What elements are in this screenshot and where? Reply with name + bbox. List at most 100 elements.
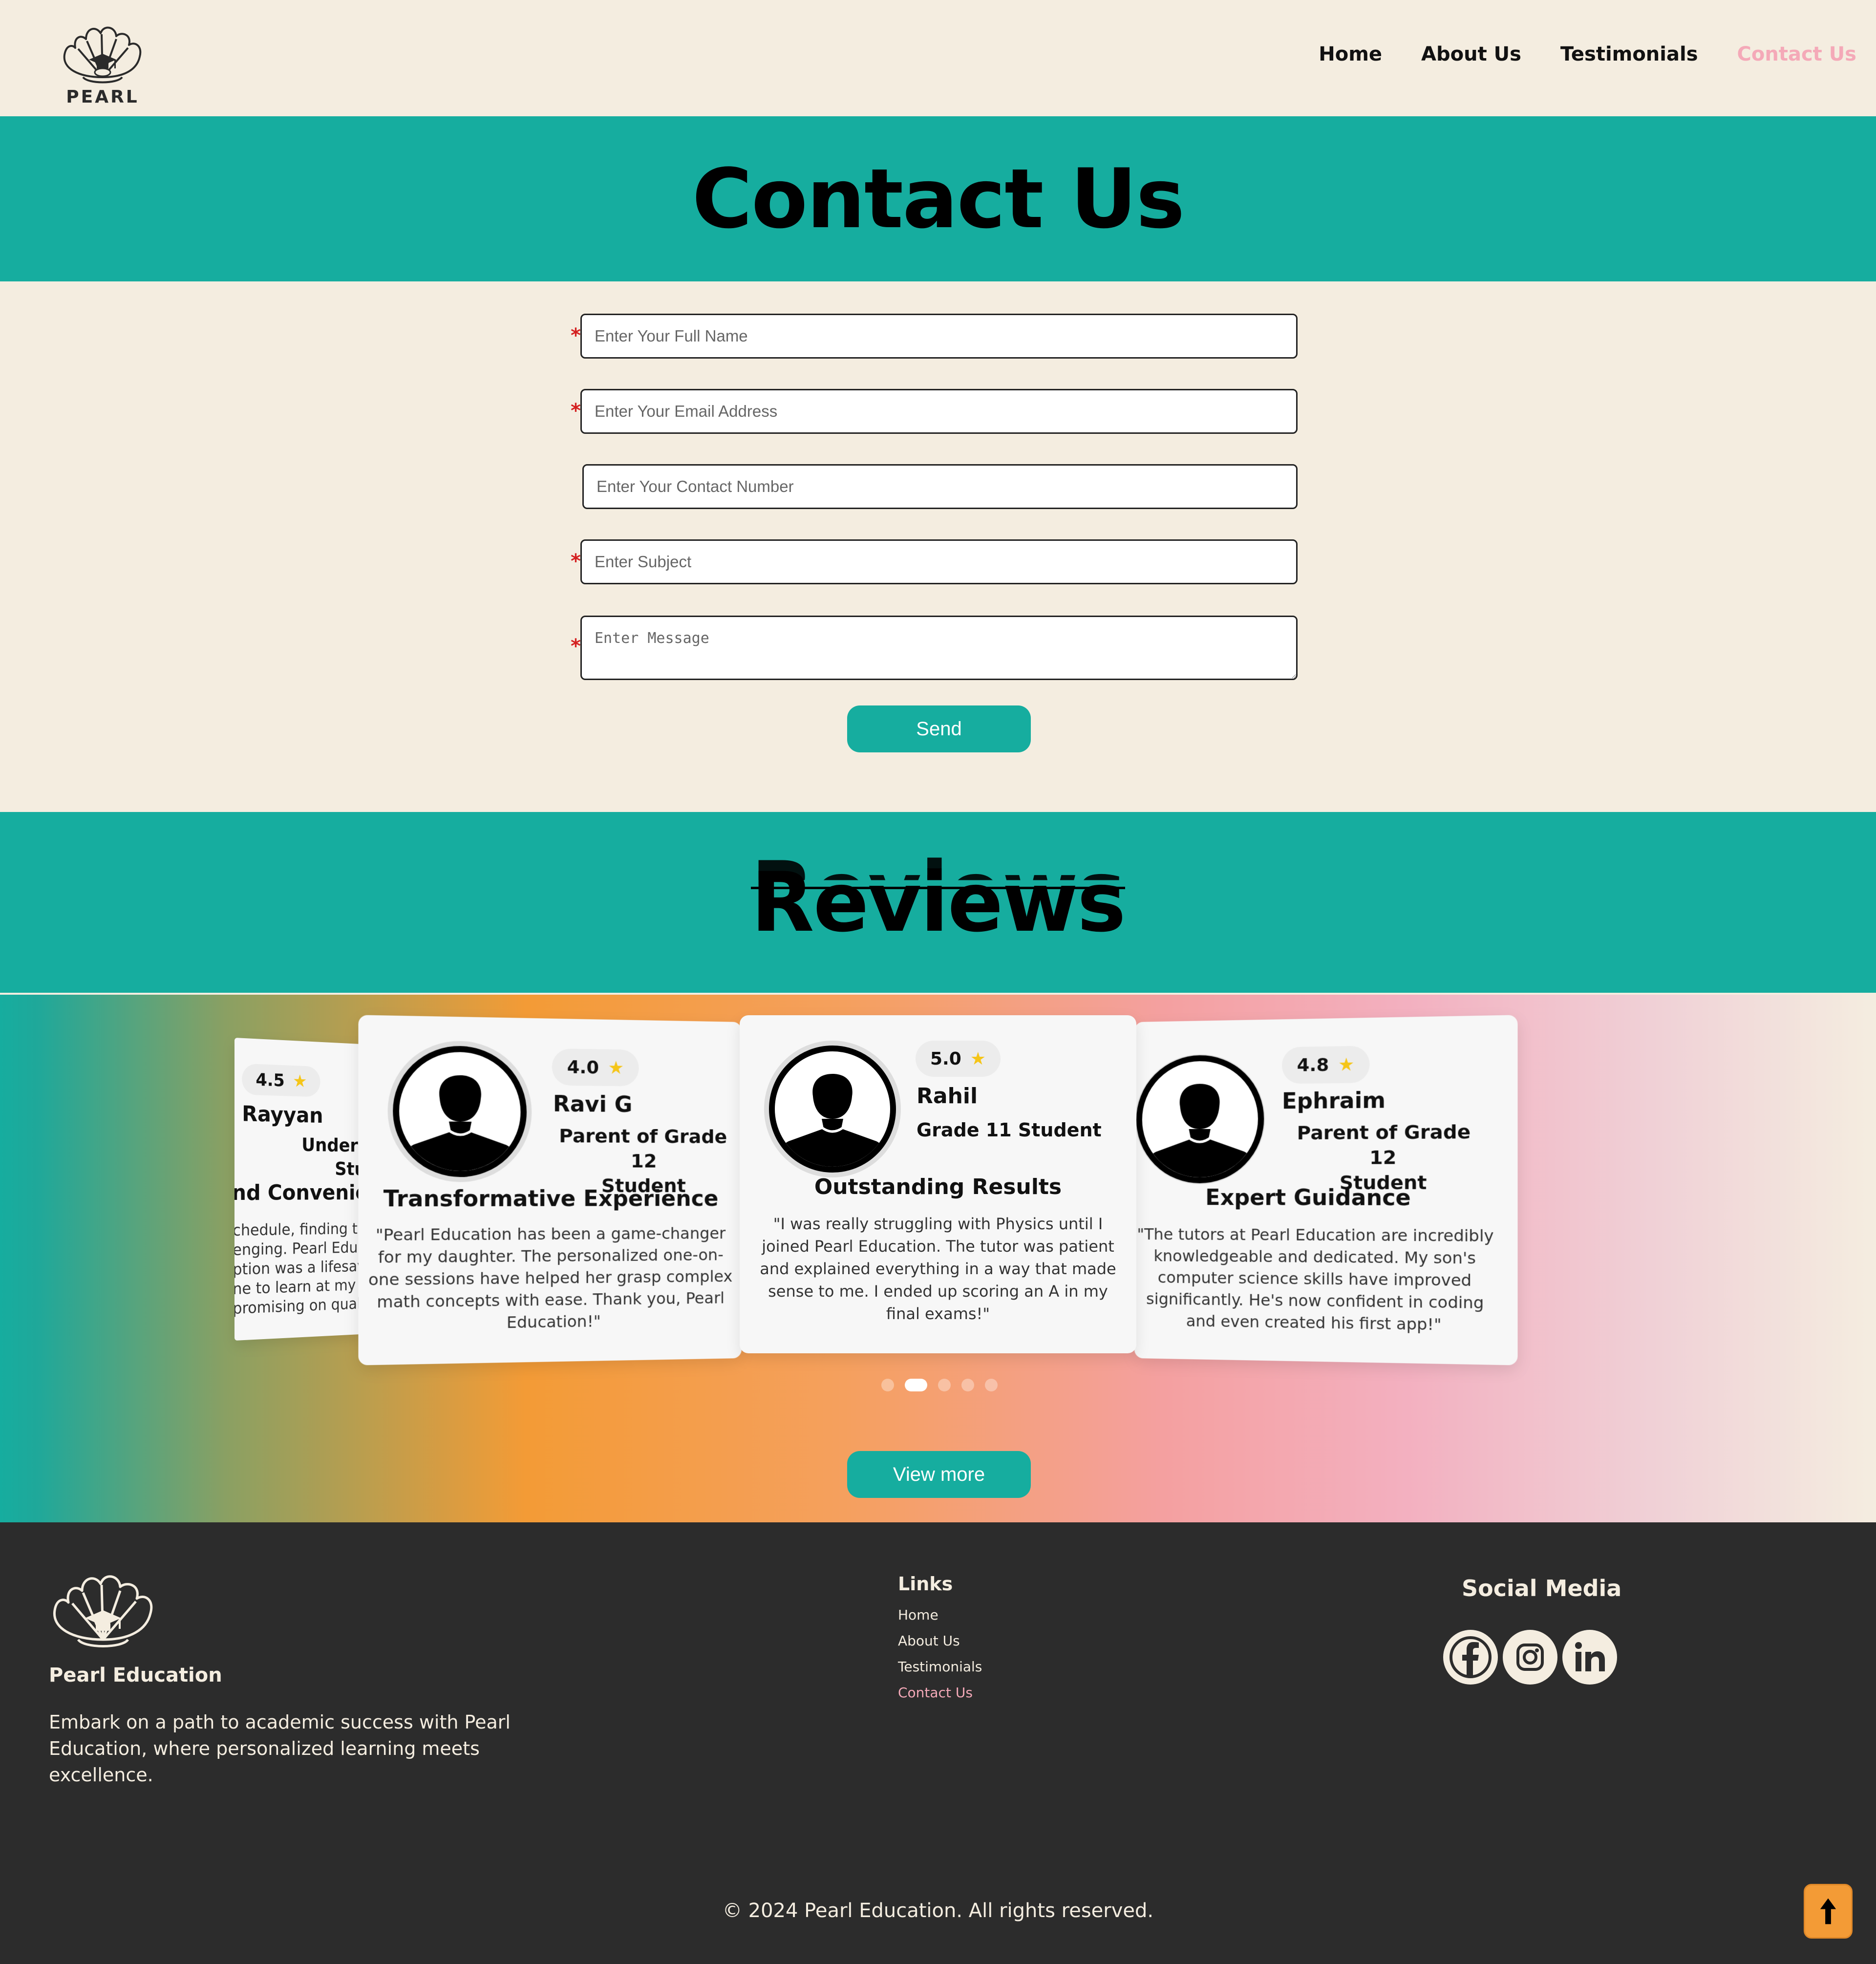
rating-value: 5.0 [930,1049,961,1069]
facebook-icon [1449,1635,1492,1679]
review-headline: Outstanding Results [740,1174,1136,1199]
carousel-pagination [881,1379,998,1391]
linkedin-link[interactable] [1562,1630,1617,1685]
contact-banner: Contact Us [0,116,1876,281]
reviewer-role-line-1: Grade 11 Student [917,1118,1122,1142]
rating-value: 4.0 [567,1057,599,1078]
user-avatar-icon [1136,1054,1264,1183]
rating-badge: 4.8 ★ [1282,1046,1370,1084]
site-header: PEARL Home About Us Testimonials Contact… [0,0,1876,116]
footer-logo[interactable] [47,1566,159,1654]
instagram-icon [1508,1635,1552,1679]
carousel-dot[interactable] [961,1379,974,1391]
carousel-dot[interactable] [985,1379,998,1391]
review-text-line: "Pearl Education has been a game-changer [358,1222,742,1246]
pearl-logo[interactable]: PEARL [59,20,147,110]
rating-badge: 4.0 ★ [552,1048,639,1087]
email-input[interactable] [580,389,1298,434]
logo-text: PEARL [59,87,147,107]
arrow-up-icon [1817,1894,1839,1928]
reviews-title-wrap: Reviews Reviews [751,854,1125,950]
review-text: "Pearl Education has been a game-changer… [358,1222,742,1336]
nav-testimonials[interactable]: Testimonials [1560,43,1698,65]
required-marker: * [571,550,581,573]
review-text-line: knowledgeable and dedicated. My son's [1134,1245,1497,1269]
review-text-line: joined Pearl Education. The tutor was pa… [740,1235,1136,1258]
star-icon: ★ [608,1058,624,1078]
reviewer-name: Rayyan [242,1101,323,1128]
reviewer-name: Rahil [917,1084,978,1109]
carousel-dot[interactable] [905,1379,927,1391]
footer-links-title: Links [898,1573,953,1595]
review-text-line: and explained everything in a way that m… [740,1258,1136,1280]
user-avatar-icon [393,1045,527,1177]
review-card-rahil[interactable]: 5.0 ★ Rahil Grade 11 Student Outstanding… [740,1015,1136,1353]
footer-link-about-us[interactable]: About Us [898,1632,982,1649]
reviews-banner: Reviews Reviews [0,812,1876,993]
contact-form: * * * * Send [0,281,1876,812]
star-icon: ★ [970,1049,986,1069]
review-text: "I was really struggling with Physics un… [740,1213,1136,1325]
avatar [1135,1053,1265,1184]
footer-description: Embark on a path to academic success wit… [49,1709,586,1788]
reviewer-name: Ephraim [1282,1088,1386,1114]
linkedin-icon [1568,1635,1612,1679]
required-marker: * [571,400,581,422]
message-textarea[interactable] [580,616,1298,680]
copyright-text: © 2024 Pearl Education. All rights reser… [0,1900,1876,1922]
review-card-ephraim[interactable]: 4.8 ★ Ephraim Parent of Grade 12 Student… [1134,1015,1518,1365]
review-text: "The tutors at Pearl Education are incre… [1134,1223,1497,1337]
view-more-button[interactable]: View more [847,1451,1031,1498]
scroll-to-top-button[interactable] [1804,1884,1853,1939]
instagram-link[interactable] [1503,1630,1557,1685]
review-headline: Expert Guidance [1134,1185,1486,1211]
site-footer: Pearl Education Embark on a path to acad… [0,1522,1876,1964]
main-nav: Home About Us Testimonials Contact Us [1319,43,1856,65]
full-name-input[interactable] [580,314,1298,359]
reviewer-name: Ravi G [553,1091,632,1117]
review-text-line: "I was really struggling with Physics un… [740,1213,1136,1235]
reviewer-role: Parent of Grade 12 Student [1287,1119,1481,1195]
footer-link-testimonials[interactable]: Testimonials [898,1658,982,1675]
send-button[interactable]: Send [847,705,1031,752]
user-avatar-icon [769,1046,896,1173]
rating-value: 4.8 [1297,1055,1329,1076]
carousel-dot[interactable] [938,1379,951,1391]
rating-badge: 5.0 ★ [916,1041,1001,1077]
shell-logo-icon [59,20,147,90]
review-card-ravi-g[interactable]: 4.0 ★ Ravi G Parent of Grade 12 Student … [358,1015,742,1365]
required-marker: * [571,635,581,658]
facebook-link[interactable] [1443,1630,1498,1685]
social-media-title: Social Media [1462,1575,1621,1601]
footer-link-home[interactable]: Home [898,1606,982,1623]
shell-logo-icon [47,1566,159,1654]
carousel-dot[interactable] [881,1379,894,1391]
contact-number-input[interactable] [582,464,1298,509]
required-marker: * [571,324,581,347]
rating-value: 4.5 [256,1069,284,1090]
review-text-line: "The tutors at Pearl Education are incre… [1134,1223,1497,1247]
rating-badge: 4.5 ★ [242,1064,320,1097]
review-carousel: 4.5 ★ Rayyan Undergrad Studen nd Conveni… [0,995,1876,1522]
review-text-line: final exams!" [740,1302,1136,1325]
review-text-line: for my daughter. The personalized one-on… [358,1244,742,1269]
subject-input[interactable] [580,539,1298,584]
reviewer-role-line-1: Parent of Grade 12 [1287,1119,1481,1171]
footer-brand: Pearl Education [49,1664,222,1686]
review-text-line: sense to me. I ended up scoring an A in … [740,1280,1136,1302]
reviewer-role: Grade 11 Student [917,1118,1122,1142]
avatar [764,1041,901,1177]
reviewer-role-line-1: Parent of Grade 12 [554,1123,732,1174]
nav-about-us[interactable]: About Us [1421,43,1521,65]
star-icon: ★ [293,1071,307,1091]
star-icon: ★ [1338,1054,1354,1075]
nav-home[interactable]: Home [1319,43,1382,65]
review-text-line: and even created his first app!" [1134,1309,1497,1337]
reviews-title-overlap-line [751,887,1125,889]
nav-contact-us[interactable]: Contact Us [1737,43,1856,65]
review-headline: Transformative Experience [358,1186,742,1212]
footer-links: Home About Us Testimonials Contact Us [898,1606,982,1701]
contact-title: Contact Us [692,151,1184,247]
footer-link-contact-us[interactable]: Contact Us [898,1684,982,1701]
avatar [388,1040,532,1182]
